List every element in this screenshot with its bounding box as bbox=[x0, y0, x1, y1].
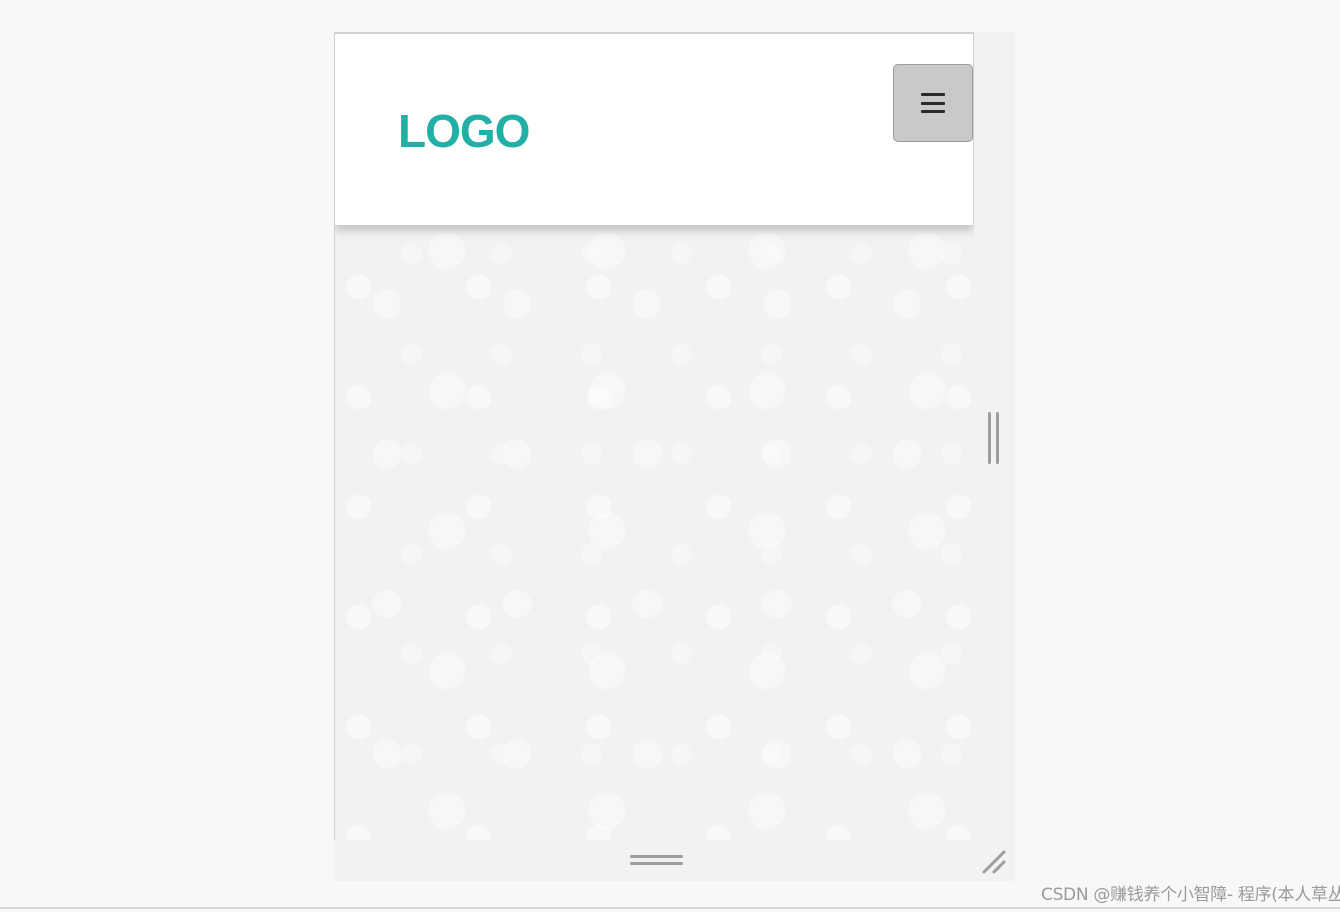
page: LOGO CSDN @赚钱养个小智障- 程序(本人草丛) bbox=[0, 0, 1340, 912]
right-resize-rail bbox=[974, 32, 1015, 840]
preview-viewport: LOGO bbox=[334, 32, 974, 840]
bottom-resize-rail bbox=[334, 840, 1015, 881]
menu-toggle-button[interactable] bbox=[893, 64, 973, 142]
responsive-preview-frame: LOGO bbox=[334, 32, 1015, 881]
vertical-grip-icon[interactable] bbox=[988, 412, 1000, 464]
resize-corner-icon[interactable] bbox=[980, 848, 1008, 876]
horizontal-grip-icon[interactable] bbox=[630, 854, 683, 866]
hamburger-menu-icon bbox=[921, 93, 945, 113]
watermark-text: CSDN @赚钱养个小智障- 程序(本人草丛) bbox=[1041, 885, 1340, 905]
logo[interactable]: LOGO bbox=[398, 106, 530, 156]
bottom-divider bbox=[0, 907, 1340, 909]
site-header: LOGO bbox=[335, 34, 974, 225]
